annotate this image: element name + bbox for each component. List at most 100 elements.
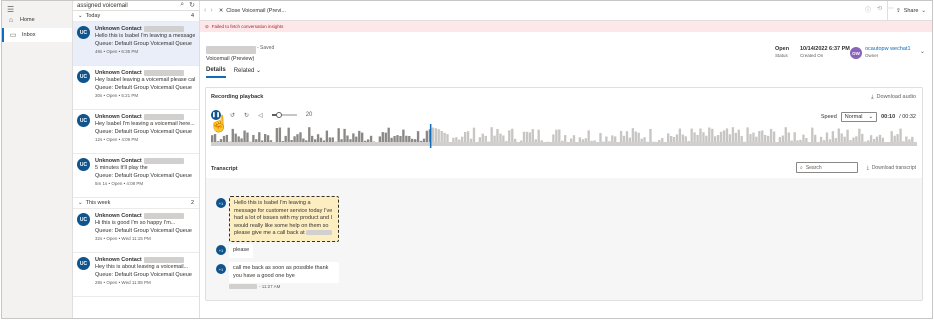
- share-button[interactable]: ⇪ Share ⌄: [887, 1, 932, 20]
- status-field: Open Status: [775, 46, 789, 58]
- nav-item-label: Home: [20, 17, 35, 23]
- message-text: call me back as soon as possible thank y…: [233, 265, 329, 279]
- owner-label: Owner: [865, 53, 879, 58]
- avatar: UC: [77, 70, 90, 83]
- waveform-baseline: [211, 142, 917, 146]
- tab-details[interactable]: Details: [206, 67, 226, 78]
- transcript-message[interactable]: please: [229, 244, 254, 258]
- record-tabs: Details Related ⌄: [206, 67, 261, 78]
- tab-label: Related: [233, 68, 255, 74]
- conversation-card[interactable]: UC Unknown Contact Hey Isabel I'm leaving …: [73, 110, 199, 154]
- created-value: 10/14/2022 6:37 PM: [800, 46, 850, 52]
- owner-value[interactable]: ocautopw wechat1: [865, 46, 911, 52]
- chevron-down-icon: ⌄: [256, 68, 262, 74]
- created-field: 10/14/2022 6:37 PM Created On: [800, 46, 850, 58]
- chevron-down-icon: ⌄: [78, 13, 83, 19]
- name-redacted: [143, 25, 184, 32]
- download-icon: ⤓: [871, 94, 874, 100]
- timestamp-text: - 11:27 AM: [259, 284, 281, 289]
- speaker-avatar: +1: [216, 198, 226, 208]
- card-meta: 28s • Open • Wed 11:08 PM: [95, 280, 151, 285]
- owner-field[interactable]: ocautopw wechat1 Owner: [865, 46, 911, 58]
- volume-value: 20: [305, 112, 313, 118]
- forward-icon[interactable]: ›: [210, 7, 212, 14]
- tab-related[interactable]: Related ⌄: [234, 67, 261, 78]
- transcript-message[interactable]: Hello this is Isabel I'm leaving a messa…: [229, 196, 339, 242]
- forward-skip-icon[interactable]: ↻: [244, 112, 249, 119]
- playhead[interactable]: [429, 124, 432, 148]
- hand-cursor-icon: ☝: [209, 116, 229, 133]
- message-preview: Hey Isabel leaving a voicemail please ca…: [95, 77, 195, 83]
- saved-status: - Saved: [257, 45, 275, 51]
- contact-row: Unknown Contact: [95, 157, 195, 164]
- conversation-card[interactable]: UC Unknown Contact Hey this is about leavi…: [73, 253, 199, 297]
- inbox-icon: ▭: [9, 32, 17, 39]
- speed-control: Speed Normal ⌄ 00:10 / 00:32: [821, 112, 916, 122]
- message-preview: Hi this is good I'm so happy I'm...: [95, 220, 176, 226]
- contact-name: Unknown Contact: [95, 212, 142, 219]
- download-audio-button[interactable]: ⤓ Download audio: [871, 94, 916, 101]
- name-redacted: [143, 212, 184, 219]
- speed-value: Normal: [844, 114, 863, 120]
- group-header-today[interactable]: ⌄ Today 4: [73, 11, 199, 22]
- status-label: Status: [775, 53, 788, 58]
- back-icon[interactable]: ‹: [204, 7, 206, 14]
- message-preview: Hey Isabel I'm leaving a voicemail here.…: [95, 121, 195, 127]
- transcript-area: +1 Hello this is Isabel I'm leaving a me…: [206, 178, 922, 300]
- group-header-this-week[interactable]: ⌄ This week 2: [73, 198, 199, 209]
- share-icon: ⇪: [896, 7, 901, 14]
- nav-item-label: Inbox: [22, 32, 36, 38]
- owner-avatar: OW: [850, 47, 862, 59]
- transcript-message[interactable]: call me back as soon as possible thank y…: [229, 262, 339, 283]
- close-icon: ✕: [218, 7, 224, 14]
- chevron-down-icon[interactable]: ⌄: [920, 48, 925, 55]
- record-header: - Saved Voicemail (Preview) Open Status …: [200, 32, 932, 66]
- tab-label: Close Voicemail (Previ...: [226, 7, 286, 14]
- card-meta: 30s • Open • 5:21 PM: [95, 93, 139, 98]
- conversation-card[interactable]: UC Unknown Contact 5 minutes It'll play th…: [73, 154, 199, 198]
- transcript-search-input[interactable]: ⌕ Search: [796, 162, 858, 173]
- card-meta: 12s • Open • 4:09 PM: [95, 137, 139, 142]
- history-icon[interactable]: ⟲: [877, 5, 882, 14]
- record-title-redacted: [206, 46, 256, 54]
- contact-row: Unknown Contact: [95, 25, 195, 32]
- transcript-title: Transcript: [211, 166, 238, 172]
- time-current: 00:10: [881, 114, 896, 120]
- chevron-down-icon: ⌄: [921, 7, 926, 14]
- contact-name: Unknown Contact: [95, 69, 142, 76]
- close-voicemail-tab[interactable]: ✕ Close Voicemail (Previ...: [219, 8, 286, 14]
- contact-row: Unknown Contact: [95, 212, 195, 219]
- record-type: Voicemail (Preview): [206, 56, 255, 62]
- nav-item-inbox[interactable]: ▭ Inbox: [2, 28, 72, 42]
- card-meta: 48s • Open • 6:35 PM: [95, 49, 139, 54]
- home-icon: ⌂: [8, 16, 14, 24]
- nav-item-home[interactable]: ⌂ Home: [2, 13, 72, 27]
- conversation-card[interactable]: UC Unknown Contact Hi this is good I'm so …: [73, 209, 199, 253]
- search-icon[interactable]: ⌕: [180, 1, 184, 9]
- message-preview: 5 minutes It'll play the: [95, 165, 148, 171]
- card-meta: 5m 1s • Open • 4:08 PM: [95, 181, 144, 186]
- rewind-icon[interactable]: ↺: [230, 112, 235, 119]
- queue-label: Queue: Default Group Voicemail Queue: [95, 85, 192, 91]
- download-transcript-button[interactable]: ⤓ Download transcript: [867, 165, 916, 171]
- speed-select[interactable]: Normal ⌄: [840, 112, 878, 122]
- audio-waveform[interactable]: [211, 124, 917, 148]
- info-icon[interactable]: ⓘ: [865, 5, 871, 14]
- group-count: 4: [190, 13, 194, 19]
- name-redacted: [143, 256, 184, 263]
- volume-knob[interactable]: [276, 112, 283, 118]
- contact-name: Unknown Contact: [95, 256, 142, 263]
- error-banner: ⊘ Failed to fetch conversation insights: [200, 21, 932, 32]
- conversation-card[interactable]: UC Unknown Contact Hello this is Isabel I'…: [73, 22, 199, 66]
- refresh-icon[interactable]: ↻: [189, 1, 195, 9]
- speaker-icon[interactable]: ◁: [258, 112, 263, 119]
- download-audio-label: Download audio: [876, 94, 916, 100]
- chevron-down-icon: ⌄: [78, 200, 83, 206]
- message-preview: Hello this is Isabel I'm leaving a messa…: [95, 33, 195, 39]
- created-label: Created On: [800, 53, 824, 58]
- volume-slider[interactable]: [271, 112, 297, 118]
- status-value: Open: [775, 46, 790, 52]
- download-icon: ⤓: [866, 165, 869, 171]
- chevron-down-icon: ⌄: [868, 114, 874, 120]
- conversation-card[interactable]: UC Unknown Contact Hey Isabel leaving a vo…: [73, 66, 199, 110]
